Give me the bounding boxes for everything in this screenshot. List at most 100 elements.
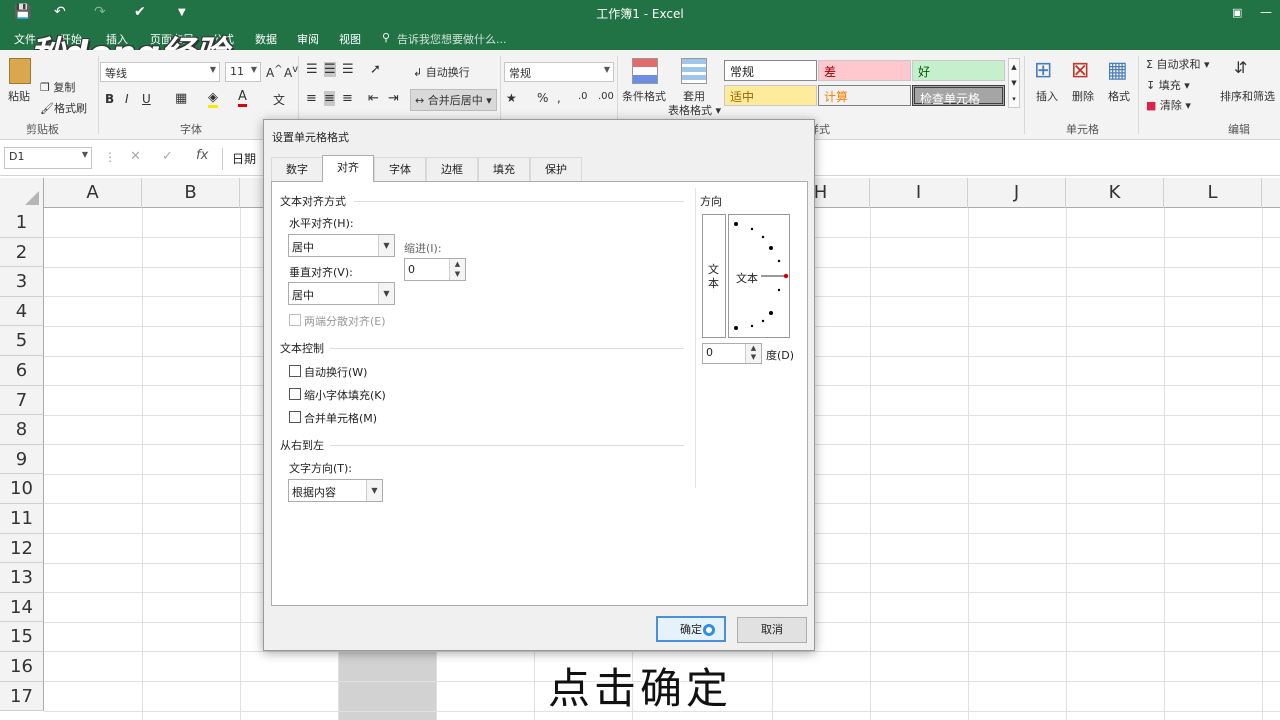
bold-icon[interactable]: B	[105, 92, 114, 106]
vertical-text-box[interactable]: 文本	[702, 214, 726, 338]
name-box[interactable]: D1 ▼	[4, 147, 92, 169]
tab-view[interactable]: 视图	[339, 31, 361, 47]
style-calculation[interactable]: 计算	[818, 85, 911, 106]
row-header[interactable]: 10	[0, 474, 44, 504]
merge-cells-checkbox[interactable]	[289, 411, 301, 423]
cancel-button[interactable]: 取消	[737, 617, 807, 643]
enter-icon[interactable]: ✓	[162, 149, 173, 164]
decrease-font-icon[interactable]: Av	[284, 64, 298, 80]
phonetic-icon[interactable]: 文	[273, 91, 285, 108]
align-right-icon[interactable]: ≡	[342, 91, 353, 106]
row-header[interactable]: 4	[0, 296, 44, 327]
italic-icon[interactable]: I	[125, 92, 129, 106]
number-format-combo[interactable]: 常规 ▼	[504, 62, 614, 82]
merge-center-button[interactable]: ↔ 合并后居中 ▾	[410, 89, 497, 111]
autosum-button[interactable]: Σ 自动求和 ▾	[1146, 56, 1209, 72]
style-check-cell[interactable]: 检查单元格	[912, 85, 1005, 106]
fill-button[interactable]: ↧ 填充 ▾	[1146, 77, 1190, 93]
conditional-format-icon[interactable]	[632, 58, 658, 84]
wrap-text-checkbox[interactable]	[289, 365, 301, 377]
select-all-button[interactable]	[0, 178, 44, 208]
align-center-icon[interactable]: ≡	[324, 91, 335, 106]
row-header[interactable]: 13	[0, 563, 44, 593]
row-header[interactable]: 3	[0, 267, 44, 297]
spinner-arrows-icon[interactable]: ▲ ▼	[745, 344, 761, 363]
format-as-table-icon[interactable]	[681, 58, 707, 84]
orientation-dial[interactable]: 文本	[728, 214, 790, 338]
align-bottom-icon[interactable]: ☰	[342, 62, 354, 77]
clear-button[interactable]: ■ 清除 ▾	[1146, 97, 1191, 113]
conditional-format-button[interactable]: 条件格式	[622, 88, 666, 104]
formula-input[interactable]: 日期	[232, 150, 256, 167]
col-header-j[interactable]: J	[968, 178, 1066, 208]
decrease-indent-icon[interactable]: ⇤	[368, 91, 379, 106]
font-size-combo[interactable]: 11 ▼	[225, 62, 261, 82]
fill-color-icon[interactable]: ◈	[208, 90, 218, 108]
cancel-icon[interactable]: ✕	[130, 149, 141, 164]
vertical-select[interactable]: 居中 ▼	[288, 282, 395, 305]
accounting-format-icon[interactable]: ★	[506, 91, 517, 105]
percent-icon[interactable]: %	[537, 91, 548, 105]
tab-data[interactable]: 数据	[255, 31, 277, 47]
underline-icon[interactable]: U	[142, 92, 151, 106]
ribbon-display-icon[interactable]: ▣	[1232, 6, 1242, 19]
align-left-icon[interactable]: ≡	[306, 91, 317, 106]
ok-button[interactable]: 确定	[656, 616, 726, 642]
style-good[interactable]: 好	[912, 60, 1005, 81]
copy-button[interactable]: ❐ 复制	[40, 79, 75, 95]
row-header[interactable]: 2	[0, 237, 44, 268]
col-header-i[interactable]: I	[870, 178, 968, 208]
tab-border[interactable]: 边框	[426, 157, 478, 182]
increase-font-icon[interactable]: A^	[266, 64, 283, 80]
format-cells-button[interactable]: 格式	[1108, 88, 1130, 104]
sort-filter-button[interactable]: 排序和筛选	[1220, 88, 1275, 104]
row-header[interactable]: 5	[0, 326, 44, 356]
row-header[interactable]: 11	[0, 504, 44, 534]
format-painter-button[interactable]: 🖌格式刷	[40, 100, 87, 116]
function-icon[interactable]: fx	[196, 148, 208, 163]
text-direction-select[interactable]: 根据内容 ▼	[288, 479, 383, 502]
col-header-b[interactable]: B	[142, 178, 240, 208]
spinner-arrows-icon[interactable]: ▲ ▼	[449, 259, 465, 280]
style-neutral[interactable]: 适中	[724, 85, 817, 106]
align-middle-icon[interactable]: ☰	[324, 62, 336, 77]
row-header[interactable]: 15	[0, 622, 44, 652]
shrink-to-fit-checkbox[interactable]	[289, 388, 301, 400]
style-bad[interactable]: 差	[818, 60, 911, 81]
row-header[interactable]: 14	[0, 592, 44, 623]
wrap-text-button[interactable]: ↲ 自动换行	[413, 64, 470, 80]
tab-fill[interactable]: 填充	[478, 157, 530, 182]
font-color-icon[interactable]: A	[238, 89, 247, 107]
tab-font[interactable]: 字体	[374, 157, 426, 182]
col-header-k[interactable]: K	[1066, 178, 1164, 208]
comma-icon[interactable]: ,	[557, 91, 561, 105]
minimize-icon[interactable]: —	[1260, 5, 1272, 19]
insert-cells-icon[interactable]: ⊞	[1034, 58, 1052, 83]
paste-icon[interactable]	[9, 58, 31, 84]
row-header[interactable]: 8	[0, 415, 44, 445]
orientation-icon[interactable]: ➚	[370, 62, 381, 77]
font-name-combo[interactable]: 等线 ▼	[100, 62, 220, 82]
decrease-decimal-icon[interactable]: .00	[598, 91, 614, 102]
col-header-l[interactable]: L	[1164, 178, 1262, 208]
delete-cells-icon[interactable]: ⊠	[1071, 58, 1089, 83]
tab-alignment[interactable]: 对齐	[322, 155, 374, 182]
format-as-table-button[interactable]: 表格格式 ▾	[668, 102, 721, 118]
delete-cells-button[interactable]: 删除	[1072, 88, 1094, 104]
row-header[interactable]: 6	[0, 356, 44, 386]
increase-decimal-icon[interactable]: .0	[578, 91, 588, 102]
sort-filter-icon[interactable]: ⇵	[1234, 58, 1247, 77]
row-header[interactable]: 7	[0, 385, 44, 416]
degrees-spinner[interactable]: 0 ▲ ▼	[702, 343, 762, 364]
horizontal-select[interactable]: 居中 ▼	[288, 234, 395, 257]
row-header[interactable]: 9	[0, 444, 44, 475]
tab-protection[interactable]: 保护	[530, 157, 582, 182]
tab-review[interactable]: 审阅	[297, 31, 319, 47]
increase-indent-icon[interactable]: ⇥	[388, 91, 399, 106]
styles-scroll-icon[interactable]: ▲ ▼ ▾	[1008, 58, 1020, 108]
style-normal[interactable]: 常规	[724, 60, 817, 81]
col-header-a[interactable]: A	[44, 178, 142, 208]
tell-me-search[interactable]: 告诉我您想要做什么...	[397, 31, 507, 47]
paste-button[interactable]: 粘贴	[8, 88, 30, 104]
format-cells-icon[interactable]: ▦	[1107, 58, 1128, 83]
